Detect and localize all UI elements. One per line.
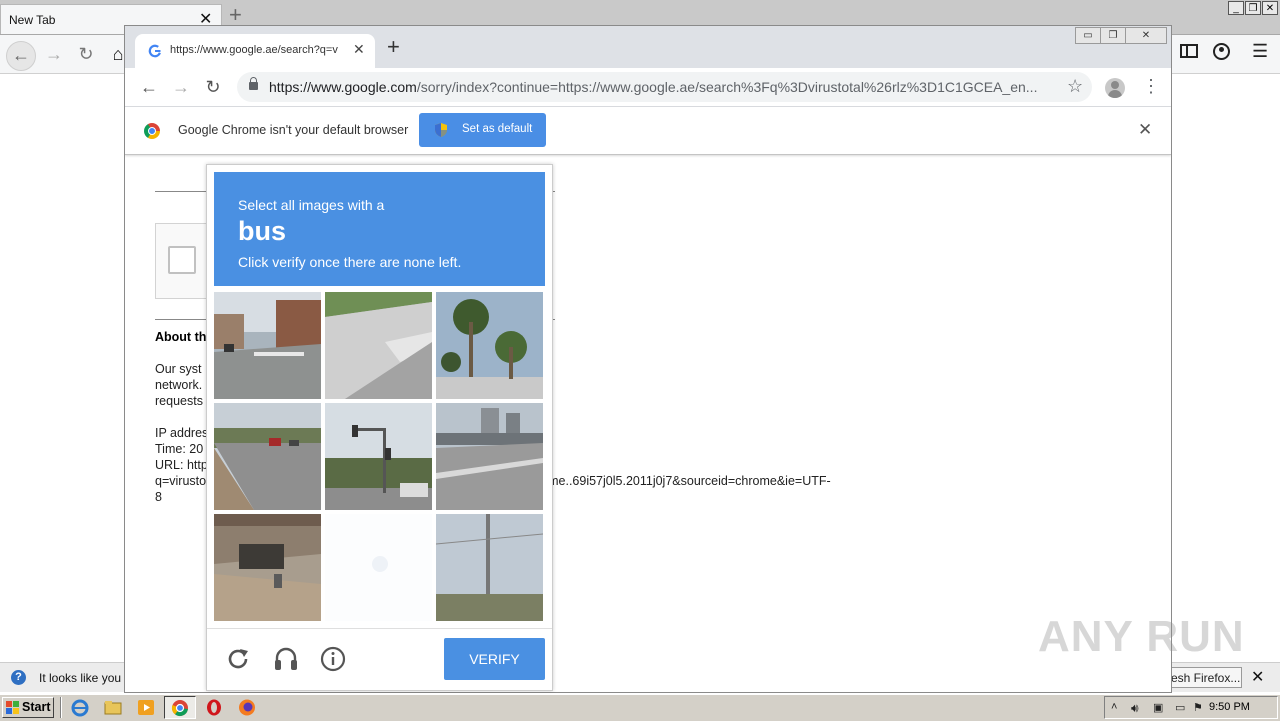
ip-address-line: IP addres — [155, 426, 209, 440]
captcha-tile-sidewalk-crosswalk[interactable] — [325, 292, 432, 399]
close-icon[interactable]: ✕ — [1126, 28, 1166, 43]
forward-arrow-icon[interactable]: → — [170, 76, 192, 98]
google-g-icon — [148, 44, 162, 58]
page-text-line: Our syst — [155, 362, 202, 376]
windows-taskbar: Start ˄ 🔊︎ ▣ ▭ ⚑ 9:50 PM — [0, 693, 1280, 721]
close-icon[interactable]: ✕ — [1251, 667, 1264, 687]
system-tray: ˄ 🔊︎ ▣ ▭ ⚑ 9:50 PM — [1104, 696, 1278, 719]
close-icon[interactable]: ✕ — [1262, 1, 1278, 15]
chrome-toolbar: ← → ↻ https://www.google.com/sorry/index… — [125, 68, 1171, 107]
reload-challenge-icon[interactable] — [224, 645, 252, 673]
captcha-tile-underpass[interactable] — [214, 514, 321, 621]
profile-avatar-icon[interactable] — [1105, 78, 1125, 98]
time-line: Time: 20 — [155, 442, 204, 456]
url-path: /sorry/index?continue=https://www.google… — [416, 79, 1038, 95]
chrome-window-controls: ▭ ❐ ✕ — [1075, 27, 1167, 44]
captcha-tile-traffic-light-intersection[interactable] — [325, 403, 432, 510]
chrome-logo-icon — [144, 123, 160, 139]
refresh-firefox-button[interactable]: esh Firefox... — [1168, 667, 1242, 688]
page-text-line: network. — [155, 378, 203, 392]
captcha-tile-palm-trees[interactable] — [436, 292, 543, 399]
challenge-header: Select all images with a bus Click verif… — [214, 172, 545, 286]
default-browser-infobar: Google Chrome isn't your default browser… — [125, 107, 1171, 155]
audio-challenge-headphones-icon[interactable] — [272, 645, 300, 673]
recaptcha-challenge: Select all images with a bus Click verif… — [206, 164, 553, 691]
chrome-tabstrip: https://www.google.ae/search?q=v ✕ + ▭ ❐… — [125, 26, 1171, 68]
recaptcha-checkbox[interactable] — [168, 246, 196, 274]
close-icon[interactable]: ✕ — [1138, 120, 1152, 140]
display-icon[interactable]: ▭ — [1175, 701, 1189, 715]
chrome-tab-title: https://www.google.ae/search?q=v — [170, 44, 338, 56]
network-icon[interactable]: ▣ — [1153, 701, 1167, 715]
reload-icon[interactable]: ↻ — [72, 41, 100, 69]
windows-logo-icon — [6, 701, 19, 714]
challenge-target: bus — [238, 216, 287, 246]
firefox-icon[interactable] — [237, 698, 257, 717]
hamburger-menu-icon[interactable]: ☰ — [1252, 41, 1268, 62]
taskbar-chrome-button[interactable] — [164, 696, 196, 719]
captcha-tile-blank[interactable] — [325, 514, 432, 621]
flag-icon[interactable]: ⚑ — [1193, 701, 1207, 715]
help-icon: ? — [11, 670, 26, 685]
verify-button[interactable]: VERIFY — [444, 638, 545, 680]
minimize-icon[interactable]: _ — [1228, 1, 1244, 15]
challenge-subtext: Click verify once there are none left. — [238, 254, 462, 270]
start-label: Start — [22, 700, 51, 714]
forward-arrow-icon[interactable]: → — [40, 41, 68, 69]
clock[interactable]: 9:50 PM — [1209, 701, 1250, 713]
chrome-tab[interactable]: https://www.google.ae/search?q=v ✕ — [135, 34, 375, 68]
shield-icon — [435, 123, 447, 137]
notification-text: It looks like you h — [39, 671, 132, 685]
anyrun-watermark: ANY RUN — [1038, 612, 1245, 661]
taskbar-separator — [60, 697, 62, 718]
folder-icon[interactable] — [103, 698, 123, 717]
about-heading: About th — [155, 330, 207, 344]
captcha-tile-street-with-cars[interactable] — [214, 403, 321, 510]
internet-explorer-icon[interactable] — [70, 698, 90, 717]
url-host: https://www.google.com — [269, 79, 417, 95]
close-icon[interactable]: ✕ — [353, 41, 365, 58]
set-as-default-label: Set as default — [462, 123, 533, 135]
challenge-instruction: Select all images with a — [238, 197, 385, 213]
kebab-menu-icon[interactable]: ⋮ — [1142, 77, 1160, 95]
minimize-icon[interactable]: ▭ — [1076, 28, 1101, 43]
volume-icon[interactable]: 🔊︎ — [1131, 701, 1145, 715]
start-button[interactable]: Start — [2, 697, 54, 718]
url-text[interactable]: https://www.google.com/sorry/index?conti… — [269, 79, 1059, 95]
back-arrow-icon[interactable]: ← — [138, 76, 160, 98]
new-tab-plus-icon[interactable]: + — [387, 36, 400, 58]
url-line: URL: http — [155, 458, 208, 472]
back-arrow-icon[interactable]: ← — [6, 41, 36, 71]
set-as-default-button[interactable]: Set as default — [419, 113, 546, 147]
info-icon[interactable] — [319, 645, 347, 673]
captcha-tile-highway-overpass[interactable] — [436, 403, 543, 510]
media-player-icon[interactable] — [136, 698, 156, 717]
restore-icon[interactable]: ❐ — [1101, 28, 1126, 43]
query-line-end: rome..69i57j0l5.2011j0j7&sourceid=chrome… — [537, 474, 831, 488]
lock-icon[interactable] — [249, 77, 258, 90]
chrome-logo-icon — [171, 700, 188, 717]
divider — [207, 628, 552, 629]
page-text-line: requests — [155, 394, 203, 408]
firefox-tab-title: New Tab — [9, 13, 56, 27]
address-bar[interactable]: https://www.google.com/sorry/index?conti… — [237, 72, 1092, 102]
query-line-last: 8 — [155, 490, 162, 504]
query-line: q=virusto — [155, 474, 207, 488]
reload-icon[interactable]: ↻ — [202, 76, 224, 98]
account-icon[interactable] — [1213, 43, 1230, 60]
bookmark-star-icon[interactable]: ☆ — [1067, 76, 1083, 97]
chevron-up-icon[interactable]: ˄ — [1111, 701, 1125, 715]
opera-icon[interactable] — [204, 698, 224, 717]
firefox-window-controls: _ ❐ ✕ — [1228, 1, 1278, 15]
infobar-text: Google Chrome isn't your default browser — [178, 123, 409, 137]
captcha-tile-street-corner[interactable] — [214, 292, 321, 399]
restore-icon[interactable]: ❐ — [1245, 1, 1261, 15]
captcha-tile-utility-pole[interactable] — [436, 514, 543, 621]
sidebar-icon[interactable] — [1180, 44, 1198, 58]
